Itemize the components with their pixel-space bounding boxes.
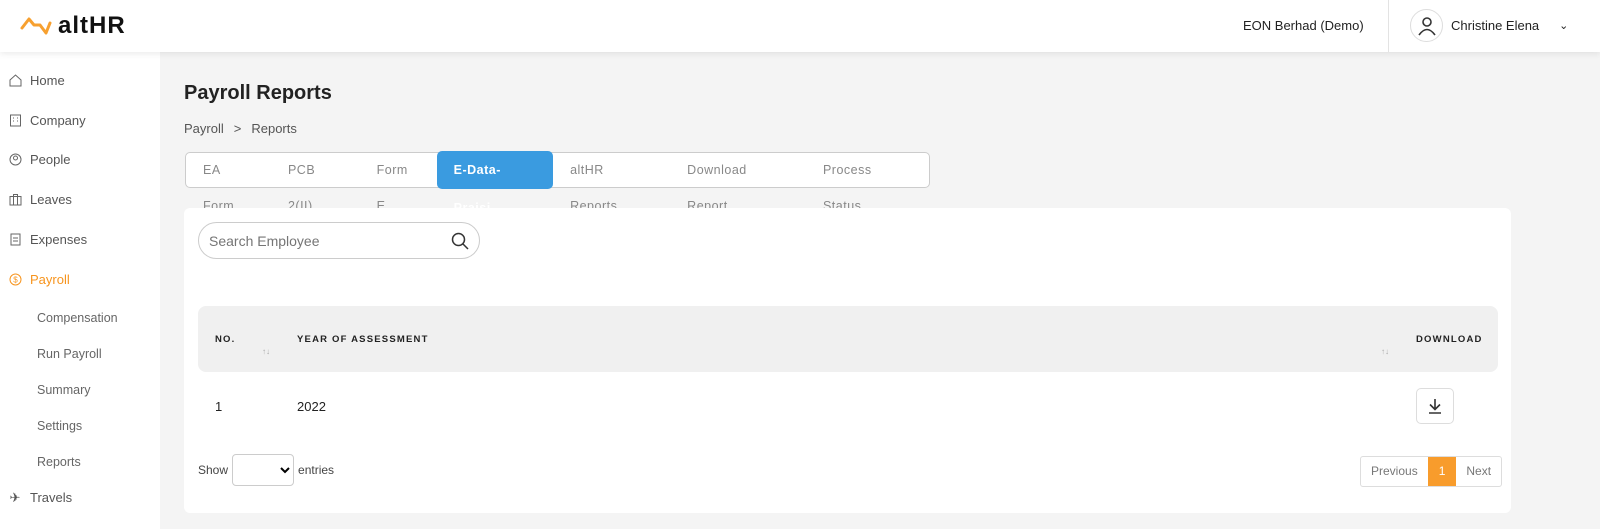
althr-logo[interactable]: altHR: [20, 12, 126, 40]
tab-form-e[interactable]: Form E: [360, 152, 437, 213]
breadcrumb: Payroll > Reports: [184, 121, 297, 136]
chevron-down-icon: ⌄: [1559, 20, 1569, 32]
show-label: Show: [198, 463, 229, 477]
sort-icon[interactable]: ↑↓: [1381, 347, 1389, 356]
pagination: Previous 1 Next: [1360, 456, 1503, 487]
sidebar-item-company[interactable]: Company: [8, 113, 86, 128]
previous-button[interactable]: Previous: [1361, 457, 1428, 486]
download-button[interactable]: [1416, 388, 1454, 424]
column-no[interactable]: NO.: [215, 334, 236, 345]
person-icon: [8, 153, 22, 167]
sidebar-item-label: Travels: [30, 490, 73, 505]
sidebar-item-label: Payroll: [30, 272, 70, 287]
page-title: Payroll Reports: [184, 82, 332, 104]
company-name[interactable]: EON Berhad (Demo): [1243, 18, 1364, 33]
sidebar-subitem-run-payroll[interactable]: Run Payroll: [37, 347, 102, 361]
header-divider: [1388, 0, 1389, 52]
page-length: Show entries: [198, 454, 334, 486]
building-icon: [8, 114, 22, 128]
tab-process-status[interactable]: Process Status: [806, 152, 929, 213]
search-icon[interactable]: [451, 232, 469, 250]
cell-no: 1: [215, 399, 223, 414]
entries-select[interactable]: [232, 454, 295, 486]
sidebar-item-label: Home: [30, 73, 65, 88]
breadcrumb-payroll[interactable]: Payroll: [184, 121, 224, 136]
entries-label: entries: [298, 463, 335, 477]
column-download: DOWNLOAD: [1416, 334, 1483, 345]
sidebar-subitem-reports[interactable]: Reports: [37, 455, 81, 469]
sidebar-item-expenses[interactable]: Expenses: [8, 232, 87, 247]
report-tabs: EA Form PCB 2(II) Form E E-Data-Praisi a…: [185, 151, 930, 215]
home-icon: [8, 74, 22, 88]
sidebar-item-label: People: [30, 152, 71, 167]
dollar-icon: $: [8, 273, 22, 287]
sidebar: Home Company People Leaves Expenses $ Pay…: [0, 52, 160, 529]
breadcrumb-reports: Reports: [251, 121, 297, 136]
report-card: NO. ↑↓ YEAR OF ASSESSMENT ↑↓ DOWNLOAD 1 …: [184, 208, 1511, 513]
search-box: [198, 222, 480, 259]
sidebar-item-home[interactable]: Home: [8, 73, 65, 88]
svg-text:$: $: [13, 275, 18, 284]
tab-ea-form[interactable]: EA Form: [186, 152, 271, 213]
sidebar-subitem-summary[interactable]: Summary: [37, 383, 90, 397]
sidebar-item-label: Leaves: [30, 192, 72, 207]
briefcase-icon: [8, 193, 22, 207]
sidebar-item-people[interactable]: People: [8, 152, 70, 167]
sidebar-subitem-compensation[interactable]: Compensation: [37, 311, 118, 325]
sidebar-item-travels[interactable]: ✈ Travels: [8, 489, 73, 506]
user-name: Christine Elena: [1451, 18, 1540, 33]
user-icon: [1417, 16, 1436, 35]
next-button[interactable]: Next: [1456, 457, 1501, 486]
user-menu[interactable]: Christine Elena ⌄: [1410, 9, 1568, 42]
download-icon: [1429, 399, 1441, 414]
logo-text: altHR: [58, 12, 126, 39]
cell-year: 2022: [297, 399, 326, 414]
top-header: altHR EON Berhad (Demo) Christine Elena …: [0, 0, 1600, 52]
sidebar-item-payroll[interactable]: $ Payroll: [8, 272, 70, 287]
column-year-of-assessment[interactable]: YEAR OF ASSESSMENT: [297, 334, 429, 345]
receipt-icon: [8, 233, 22, 247]
sidebar-item-leaves[interactable]: Leaves: [8, 192, 72, 207]
tab-althr-reports[interactable]: altHR Reports: [553, 152, 670, 213]
tab-pcb-2ii[interactable]: PCB 2(II): [271, 152, 360, 213]
logo-icon: [20, 17, 52, 35]
table-header: NO. ↑↓ YEAR OF ASSESSMENT ↑↓ DOWNLOAD: [198, 306, 1498, 372]
sidebar-subitem-settings[interactable]: Settings: [37, 419, 82, 433]
sort-icon[interactable]: ↑↓: [262, 347, 270, 356]
tab-download-report[interactable]: Download Report: [670, 152, 806, 213]
plane-icon: ✈: [9, 489, 21, 505]
sidebar-item-label: Company: [30, 113, 86, 128]
page-1-button[interactable]: 1: [1427, 457, 1457, 486]
avatar: [1410, 9, 1443, 42]
tab-e-data-praisi[interactable]: E-Data-Praisi: [436, 151, 554, 215]
sidebar-item-label: Expenses: [30, 232, 88, 247]
breadcrumb-separator: >: [233, 121, 242, 136]
search-input[interactable]: [209, 232, 451, 249]
